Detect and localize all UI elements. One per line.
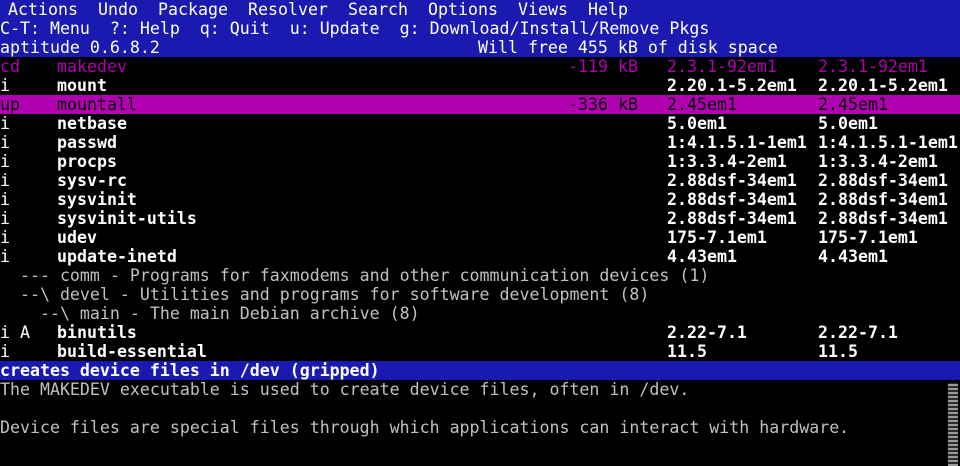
package-row-udev[interactable]: i udev 175-7.1em1 175-7.1em1 bbox=[0, 228, 960, 247]
package-size: -336 kB bbox=[568, 95, 638, 114]
package-flags: i bbox=[0, 247, 10, 266]
package-installed-version: 2.45em1 bbox=[667, 95, 737, 114]
menu-search[interactable]: Search bbox=[348, 0, 408, 19]
app-version: aptitude 0.6.8.2 bbox=[0, 38, 160, 57]
description-summary: creates device files in /dev (gripped) bbox=[0, 361, 960, 380]
menubar: Actions Undo Package Resolver Search Options V… bbox=[0, 0, 960, 19]
group-row[interactable]: --- comm - Programs for faxmodems and ot… bbox=[0, 266, 960, 285]
package-flags: cd bbox=[0, 57, 20, 76]
package-flags: i bbox=[0, 228, 10, 247]
package-name: netbase bbox=[57, 114, 127, 133]
package-installed-version: 2.3.1-92em1 bbox=[667, 57, 777, 76]
menu-options[interactable]: Options bbox=[428, 0, 498, 19]
package-candidate-version: 4.43em1 bbox=[818, 247, 888, 266]
package-row-sysvinit-utils[interactable]: i sysvinit-utils 2.88dsf-34em1 2.88dsf-34em… bbox=[0, 209, 960, 228]
disk-space-status: Will free 455 kB of disk space bbox=[478, 38, 778, 57]
package-name: mountall bbox=[57, 95, 137, 114]
package-installed-version: 2.88dsf-34em1 bbox=[667, 190, 797, 209]
package-installed-version: 4.43em1 bbox=[667, 247, 737, 266]
package-candidate-version: 175-7.1em1 bbox=[818, 228, 918, 247]
package-flags: i bbox=[0, 133, 10, 152]
package-flags: i bbox=[0, 152, 10, 171]
package-flags: i bbox=[0, 114, 10, 133]
package-candidate-version: 2.3.1-92em1 bbox=[818, 57, 928, 76]
package-row-passwd[interactable]: i passwd 1:4.1.5.1-1em1 1:4.1.5.1-1em1 bbox=[0, 133, 960, 152]
package-name: sysvinit bbox=[57, 190, 137, 209]
package-name: mount bbox=[57, 76, 107, 95]
status-header: aptitude 0.6.8.2 Will free 455 kB of dis… bbox=[0, 38, 960, 57]
package-name: binutils bbox=[57, 323, 137, 342]
package-name: sysv-rc bbox=[57, 171, 127, 190]
group-row[interactable]: --\ main - The main Debian archive (8) bbox=[0, 304, 960, 323]
package-row-mountall[interactable]: up mountall -336 kB 2.45em1 2.45em1 bbox=[0, 95, 960, 114]
description-line: Device files are special files through w… bbox=[0, 418, 850, 437]
package-candidate-version: 2.88dsf-34em1 bbox=[818, 171, 948, 190]
menu-resolver[interactable]: Resolver bbox=[248, 0, 328, 19]
package-row-sysvinit[interactable]: i sysvinit 2.88dsf-34em1 2.88dsf-34em1 bbox=[0, 190, 960, 209]
package-name: build-essential bbox=[57, 342, 207, 361]
description-line: The MAKEDEV executable is used to create… bbox=[0, 380, 690, 399]
package-flags: i A bbox=[0, 323, 30, 342]
package-row-makedev[interactable]: cd makedev -119 kB 2.3.1-92em1 2.3.1-92em1 bbox=[0, 57, 960, 76]
keyboard-hints: C-T: Menu ?: Help q: Quit u: Update g: D… bbox=[0, 19, 960, 38]
package-row-procps[interactable]: i procps 1:3.3.4-2em1 1:3.3.4-2em1 bbox=[0, 152, 960, 171]
package-installed-version: 1:3.3.4-2em1 bbox=[667, 152, 787, 171]
package-installed-version: 11.5 bbox=[667, 342, 707, 361]
package-candidate-version: 11.5 bbox=[818, 342, 858, 361]
description-pane: The MAKEDEV executable is used to create… bbox=[0, 380, 960, 437]
package-flags: i bbox=[0, 76, 10, 95]
package-installed-version: 1:4.1.5.1-1em1 bbox=[667, 133, 807, 152]
package-installed-version: 2.22-7.1 bbox=[667, 323, 747, 342]
package-name: makedev bbox=[57, 57, 127, 76]
package-list: cd makedev -119 kB 2.3.1-92em1 2.3.1-92em1 i m… bbox=[0, 57, 960, 266]
package-candidate-version: 5.0em1 bbox=[818, 114, 878, 133]
package-row-build-essential[interactable]: i build-essential 11.5 11.5 bbox=[0, 342, 960, 361]
menu-package[interactable]: Package bbox=[158, 0, 228, 19]
package-list-devel: i A binutils 2.22-7.1 2.22-7.1 i build-essent… bbox=[0, 323, 960, 361]
package-installed-version: 2.88dsf-34em1 bbox=[667, 209, 797, 228]
menu-undo[interactable]: Undo bbox=[98, 0, 138, 19]
package-row-mount[interactable]: i mount 2.20.1-5.2em1 2.20.1-5.2em1 bbox=[0, 76, 960, 95]
package-installed-version: 2.20.1-5.2em1 bbox=[667, 76, 797, 95]
package-size: -119 kB bbox=[568, 57, 638, 76]
group-row[interactable]: --\ devel - Utilities and programs for s… bbox=[0, 285, 960, 304]
package-name: passwd bbox=[57, 133, 117, 152]
group-list: --- comm - Programs for faxmodems and ot… bbox=[0, 266, 960, 323]
package-installed-version: 175-7.1em1 bbox=[667, 228, 767, 247]
package-name: sysvinit-utils bbox=[57, 209, 197, 228]
package-flags: i bbox=[0, 342, 10, 361]
menu-actions[interactable]: Actions bbox=[8, 0, 78, 19]
package-candidate-version: 1:4.1.5.1-1em1 bbox=[818, 133, 958, 152]
package-candidate-version: 2.20.1-5.2em1 bbox=[818, 76, 948, 95]
package-flags: i bbox=[0, 171, 10, 190]
package-flags: up bbox=[0, 95, 20, 114]
package-candidate-version: 2.88dsf-34em1 bbox=[818, 190, 948, 209]
package-installed-version: 5.0em1 bbox=[667, 114, 727, 133]
package-flags: i bbox=[0, 209, 10, 228]
description-scrollbar[interactable] bbox=[948, 383, 958, 466]
package-candidate-version: 2.22-7.1 bbox=[818, 323, 898, 342]
menu-views[interactable]: Views bbox=[518, 0, 568, 19]
package-candidate-version: 2.88dsf-34em1 bbox=[818, 209, 948, 228]
package-installed-version: 2.88dsf-34em1 bbox=[667, 171, 797, 190]
menu-help[interactable]: Help bbox=[588, 0, 628, 19]
package-row-binutils[interactable]: i A binutils 2.22-7.1 2.22-7.1 bbox=[0, 323, 960, 342]
package-candidate-version: 1:3.3.4-2em1 bbox=[818, 152, 938, 171]
package-row-update-inetd[interactable]: i update-inetd 4.43em1 4.43em1 bbox=[0, 247, 960, 266]
package-candidate-version: 2.45em1 bbox=[818, 95, 888, 114]
package-name: procps bbox=[57, 152, 117, 171]
package-row-sysv-rc[interactable]: i sysv-rc 2.88dsf-34em1 2.88dsf-34em1 bbox=[0, 171, 960, 190]
package-row-netbase[interactable]: i netbase 5.0em1 5.0em1 bbox=[0, 114, 960, 133]
package-flags: i bbox=[0, 190, 10, 209]
package-name: udev bbox=[57, 228, 97, 247]
package-name: update-inetd bbox=[57, 247, 177, 266]
description-line bbox=[0, 399, 960, 418]
